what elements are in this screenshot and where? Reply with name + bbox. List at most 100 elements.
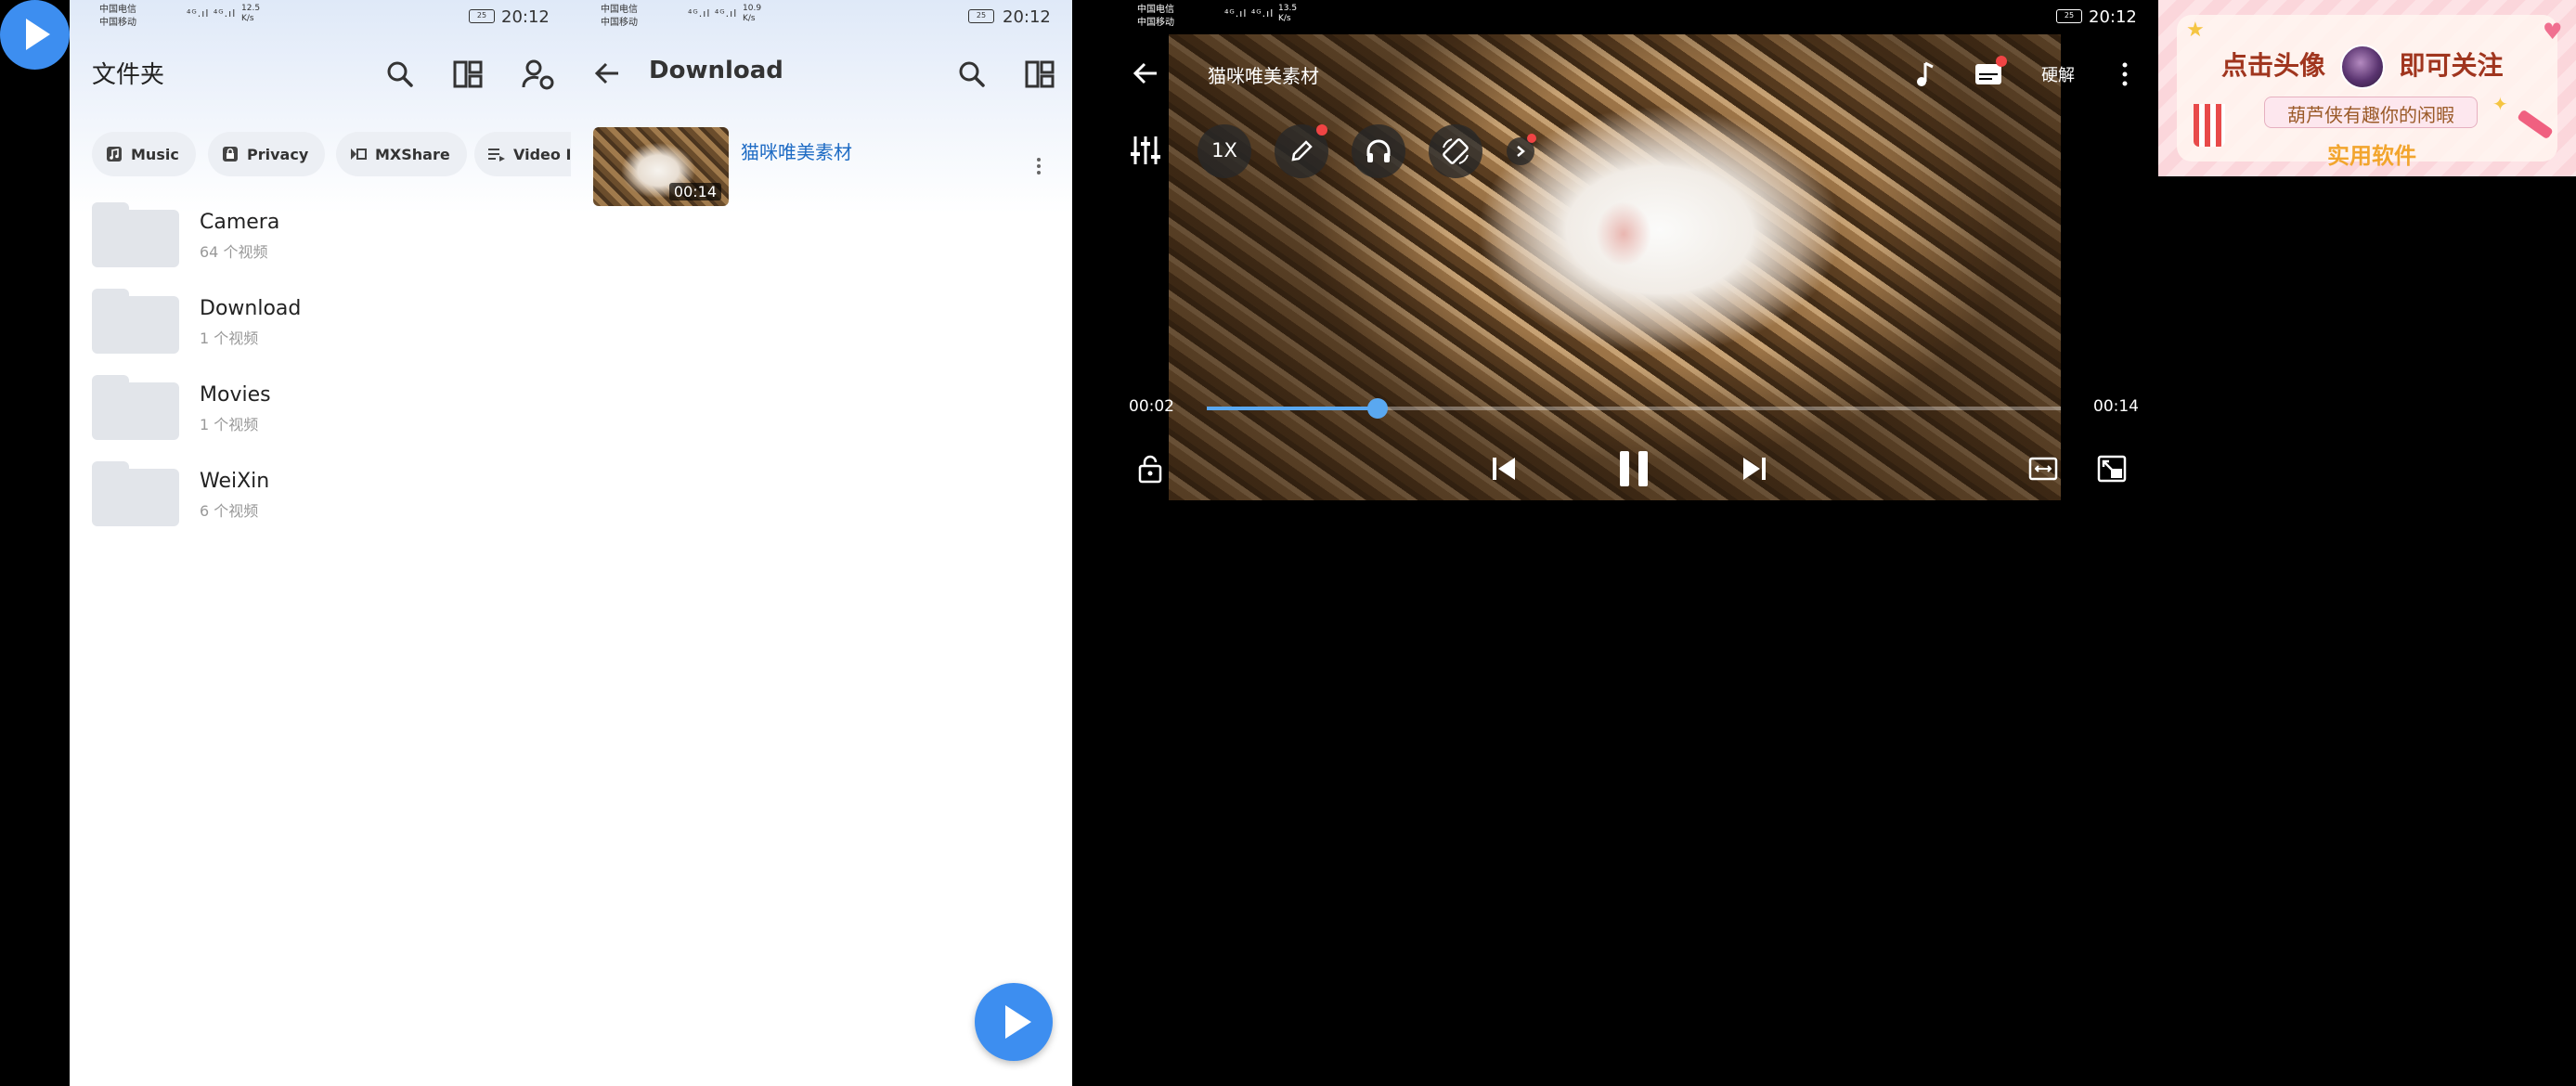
rotate-button[interactable] bbox=[1429, 124, 1482, 178]
search-icon[interactable] bbox=[957, 59, 987, 89]
chip-mxshare[interactable]: MXShare bbox=[336, 132, 467, 176]
playlist-icon bbox=[487, 145, 506, 163]
chip-privacy[interactable]: Privacy bbox=[208, 132, 326, 176]
layout-icon[interactable] bbox=[453, 60, 483, 88]
status-bar: 中国电信 中国移动 ⁴ᴳ.ıl ⁴ᴳ.ıl 10.9 K/s 25 20:12 bbox=[571, 0, 1072, 37]
status-bar: 中国电信 中国移动 ⁴ᴳ.ıl ⁴ᴳ.ıl 13.5 K/s 25 20:12 bbox=[1072, 0, 2158, 37]
pause-icon[interactable] bbox=[1615, 448, 1652, 489]
promo-banner[interactable]: 点击头像 即可关注 葫芦侠有趣你的闲暇 实用软件 ★ ♥ ✦ bbox=[2158, 0, 2576, 176]
popcorn-icon bbox=[2194, 104, 2225, 147]
picture-in-picture-icon[interactable] bbox=[2097, 455, 2127, 483]
folder-name: Camera bbox=[200, 211, 280, 234]
chip-label: Music bbox=[131, 145, 179, 163]
clock: 20:12 bbox=[1003, 7, 1051, 27]
download-screen: 中国电信 中国移动 ⁴ᴳ.ıl ⁴ᴳ.ıl 10.9 K/s 25 20:12 Do… bbox=[571, 0, 1072, 1086]
current-time: 00:02 bbox=[1129, 397, 1174, 416]
folders-screen: 中国电信中国移动 ⁴ᴳ.ıl ⁴ᴳ.ıl 12.5 K/s 25 20:12 文件… bbox=[70, 0, 571, 1086]
share-icon bbox=[349, 145, 368, 163]
folder-count: 1 个视频 bbox=[200, 330, 259, 347]
folder-name: Download bbox=[200, 297, 302, 320]
banner-subtitle: 葫芦侠有趣你的闲暇 bbox=[2287, 104, 2454, 126]
skip-next-icon[interactable] bbox=[1741, 455, 1768, 483]
clock: 20:12 bbox=[2089, 7, 2137, 27]
seek-bar-progress bbox=[1207, 407, 1378, 410]
screen-rotate-icon bbox=[1443, 138, 1469, 164]
star-icon: ★ bbox=[2186, 19, 2205, 42]
folder-name: Movies bbox=[200, 383, 271, 407]
carrier-label-2: 中国移动 bbox=[1137, 18, 1174, 28]
play-fab-button[interactable] bbox=[975, 983, 1053, 1061]
banner-headline: 点击头像 即可关注 bbox=[2221, 45, 2504, 89]
battery-icon: 25 bbox=[469, 9, 495, 23]
carrier-label-2: 中国移动 bbox=[601, 18, 638, 28]
lock-icon bbox=[221, 145, 239, 163]
aspect-ratio-icon[interactable] bbox=[2028, 456, 2058, 482]
chip-label: Video I bbox=[513, 145, 571, 163]
page-title: 文件夹 bbox=[92, 61, 165, 89]
layout-icon[interactable] bbox=[1025, 60, 1055, 88]
avatar bbox=[2339, 45, 2385, 89]
total-time: 00:14 bbox=[2093, 397, 2139, 416]
carrier-label-2: 中国移动 bbox=[99, 18, 136, 28]
folder-count: 6 个视频 bbox=[200, 502, 259, 520]
folder-count: 64 个视频 bbox=[200, 243, 268, 261]
more-options-icon[interactable] bbox=[1035, 156, 1042, 178]
expand-tools-button[interactable] bbox=[1507, 134, 1536, 165]
net-speed: 13.5 bbox=[1278, 4, 1298, 13]
speed-label: 1X bbox=[1211, 139, 1237, 162]
net-speed-unit: K/s bbox=[1278, 14, 1291, 23]
edit-button[interactable] bbox=[1275, 124, 1328, 178]
folder-icon bbox=[92, 375, 179, 440]
video-duration: 00:14 bbox=[668, 183, 721, 200]
lock-icon[interactable] bbox=[1138, 454, 1162, 484]
music-icon bbox=[105, 145, 123, 163]
skip-previous-icon[interactable] bbox=[1490, 455, 1518, 483]
status-bar: 中国电信中国移动 ⁴ᴳ.ıl ⁴ᴳ.ıl 12.5 K/s 25 20:12 bbox=[70, 0, 571, 37]
video-frame[interactable] bbox=[1169, 34, 2061, 500]
signal-icon: ⁴ᴳ.ıl ⁴ᴳ.ıl bbox=[187, 7, 237, 19]
sparkle-icon: ✦ bbox=[2492, 93, 2508, 115]
app-logo-play-icon[interactable] bbox=[0, 0, 70, 70]
net-speed: 10.9 bbox=[743, 4, 762, 13]
video-player-screen: 中国电信 中国移动 ⁴ᴳ.ıl ⁴ᴳ.ıl 13.5 K/s 25 20:12 猫咪… bbox=[1072, 0, 2158, 1086]
carrier-label: 中国电信 bbox=[601, 5, 638, 15]
notification-dot bbox=[1316, 124, 1327, 136]
back-arrow-icon[interactable] bbox=[593, 59, 621, 87]
banner-tag: 实用软件 bbox=[2327, 143, 2416, 169]
video-thumbnail: 00:14 bbox=[593, 127, 729, 206]
audio-button[interactable] bbox=[1352, 124, 1405, 178]
clock: 20:12 bbox=[501, 7, 550, 27]
chip-label: Privacy bbox=[247, 145, 309, 163]
equalizer-icon[interactable] bbox=[1130, 135, 1161, 166]
decoder-toggle[interactable]: 硬解 bbox=[2041, 62, 2075, 86]
notification-dot bbox=[1996, 56, 2007, 67]
speed-button[interactable]: 1X bbox=[1197, 124, 1251, 178]
search-icon[interactable] bbox=[385, 59, 415, 89]
back-arrow-icon[interactable] bbox=[1132, 59, 1159, 87]
chip-video-list[interactable]: Video I bbox=[474, 132, 571, 176]
folder-icon bbox=[92, 289, 179, 354]
folder-icon bbox=[92, 202, 179, 267]
net-speed-unit: K/s bbox=[743, 14, 756, 23]
video-title: 猫咪唯美素材 bbox=[1208, 65, 1319, 87]
video-title: 猫咪唯美素材 bbox=[741, 141, 852, 163]
page-title: Download bbox=[649, 57, 783, 84]
net-speed-unit: K/s bbox=[241, 14, 254, 23]
carrier-label: 中国电信 bbox=[99, 5, 136, 15]
signal-icon: ⁴ᴳ.ıl ⁴ᴳ.ıl bbox=[1224, 7, 1275, 19]
seek-bar[interactable] bbox=[1207, 398, 2061, 419]
notification-dot bbox=[1527, 134, 1536, 143]
account-settings-icon[interactable] bbox=[522, 58, 555, 91]
music-note-icon[interactable] bbox=[1914, 59, 1936, 89]
seek-thumb[interactable] bbox=[1367, 398, 1388, 419]
folder-icon bbox=[92, 461, 179, 526]
chevron-right-icon bbox=[1517, 146, 1525, 157]
chip-music[interactable]: Music bbox=[92, 132, 196, 176]
net-speed: 12.5 bbox=[241, 4, 261, 13]
carrier-label: 中国电信 bbox=[1137, 5, 1174, 15]
folder-name: WeiXin bbox=[200, 470, 270, 493]
more-options-icon[interactable] bbox=[2121, 61, 2129, 87]
signal-icon: ⁴ᴳ.ıl ⁴ᴳ.ıl bbox=[688, 7, 738, 19]
chip-label: MXShare bbox=[375, 145, 450, 163]
heart-icon: ♥ bbox=[2543, 19, 2563, 45]
